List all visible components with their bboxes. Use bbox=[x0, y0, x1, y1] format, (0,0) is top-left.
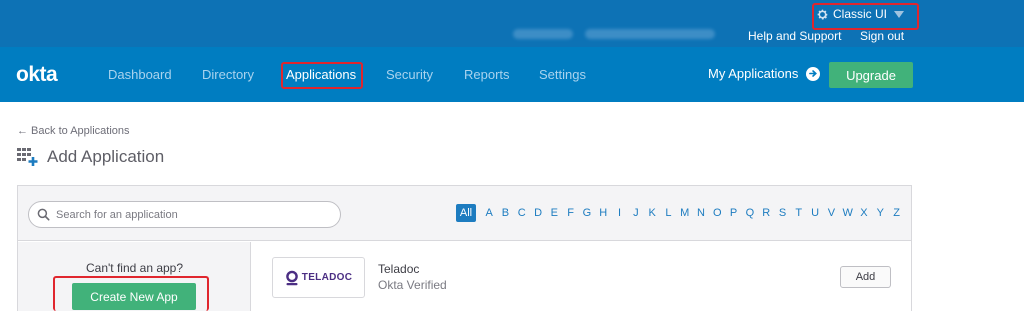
sign-out-link[interactable]: Sign out bbox=[860, 29, 904, 43]
create-app-sidebar: Can't find an app? Create New App bbox=[18, 242, 251, 311]
nav-directory[interactable]: Directory bbox=[202, 67, 254, 82]
my-applications-link[interactable]: My Applications bbox=[708, 66, 821, 81]
gear-icon bbox=[817, 9, 828, 19]
filter-letter[interactable]: C bbox=[514, 207, 530, 219]
filter-letter[interactable]: I bbox=[611, 207, 627, 219]
filter-letter[interactable]: P bbox=[725, 207, 741, 219]
filter-letter[interactable]: M bbox=[677, 207, 693, 219]
main-nav: okta Dashboard Directory Applications Se… bbox=[0, 47, 1024, 102]
chevron-down-icon bbox=[894, 10, 905, 18]
help-support-link[interactable]: Help and Support bbox=[748, 29, 841, 43]
filter-letter[interactable]: V bbox=[823, 207, 839, 219]
filter-letter[interactable]: Q bbox=[742, 207, 758, 219]
nav-settings[interactable]: Settings bbox=[539, 67, 586, 82]
app-logo: TELADOC bbox=[272, 257, 365, 298]
filter-letter[interactable]: Z bbox=[888, 207, 904, 219]
nav-applications[interactable]: Applications bbox=[286, 67, 356, 82]
add-app-button[interactable]: Add bbox=[840, 266, 891, 288]
filter-letter[interactable]: S bbox=[774, 207, 790, 219]
blurred-user-name bbox=[513, 29, 573, 39]
my-applications-label: My Applications bbox=[708, 66, 799, 81]
filter-letter[interactable]: N bbox=[693, 207, 709, 219]
catalog-toolbar: All A B C D E F G H I J K L M N O P Q R … bbox=[18, 186, 911, 241]
filter-letter[interactable]: Y bbox=[872, 207, 888, 219]
filter-letter[interactable]: W bbox=[840, 207, 856, 219]
okta-logo[interactable]: okta bbox=[16, 63, 58, 87]
upgrade-button[interactable]: Upgrade bbox=[829, 62, 913, 88]
back-to-applications-link[interactable]: ← Back to Applications bbox=[17, 125, 130, 137]
add-app-grid-icon bbox=[17, 148, 38, 166]
blurred-org-name bbox=[585, 29, 715, 39]
filter-letter[interactable]: T bbox=[791, 207, 807, 219]
app-logo-text: TELADOC bbox=[301, 272, 353, 283]
filter-letter[interactable]: H bbox=[595, 207, 611, 219]
create-new-app-button[interactable]: Create New App bbox=[72, 283, 196, 310]
filter-all[interactable]: All bbox=[456, 204, 476, 222]
teladoc-logo-icon bbox=[285, 270, 298, 285]
filter-letter[interactable]: F bbox=[562, 207, 578, 219]
app-verified-status: Okta Verified bbox=[378, 278, 447, 292]
nav-reports[interactable]: Reports bbox=[464, 67, 510, 82]
filter-letter[interactable]: D bbox=[530, 207, 546, 219]
app-catalog-panel: All A B C D E F G H I J K L M N O P Q R … bbox=[17, 185, 912, 311]
nav-dashboard[interactable]: Dashboard bbox=[108, 67, 172, 82]
app-name[interactable]: Teladoc bbox=[378, 262, 419, 276]
alphabet-filter: All A B C D E F G H I J K L M N O P Q R … bbox=[456, 204, 905, 222]
search-input[interactable] bbox=[56, 208, 326, 221]
filter-letter[interactable]: U bbox=[807, 207, 823, 219]
filter-letter[interactable]: G bbox=[579, 207, 595, 219]
page-title-row: Add Application bbox=[17, 147, 164, 167]
filter-letter[interactable]: O bbox=[709, 207, 725, 219]
nav-security[interactable]: Security bbox=[386, 67, 433, 82]
search-icon bbox=[37, 208, 50, 221]
filter-letter[interactable]: K bbox=[644, 207, 660, 219]
classic-ui-dropdown[interactable]: Classic UI bbox=[816, 7, 905, 21]
filter-letter[interactable]: X bbox=[856, 207, 872, 219]
filter-letter[interactable]: L bbox=[660, 207, 676, 219]
search-box[interactable] bbox=[28, 201, 341, 228]
filter-letter[interactable]: A bbox=[481, 207, 497, 219]
filter-letter[interactable]: B bbox=[497, 207, 513, 219]
page-title: Add Application bbox=[47, 147, 165, 166]
filter-letter[interactable]: E bbox=[546, 207, 562, 219]
arrow-right-icon bbox=[806, 66, 821, 81]
cant-find-text: Can't find an app? bbox=[85, 261, 184, 275]
top-bar: Classic UI Help and Support Sign out bbox=[0, 0, 1024, 47]
filter-letter[interactable]: R bbox=[758, 207, 774, 219]
filter-letter[interactable]: J bbox=[628, 207, 644, 219]
classic-ui-label: Classic UI bbox=[833, 7, 888, 21]
